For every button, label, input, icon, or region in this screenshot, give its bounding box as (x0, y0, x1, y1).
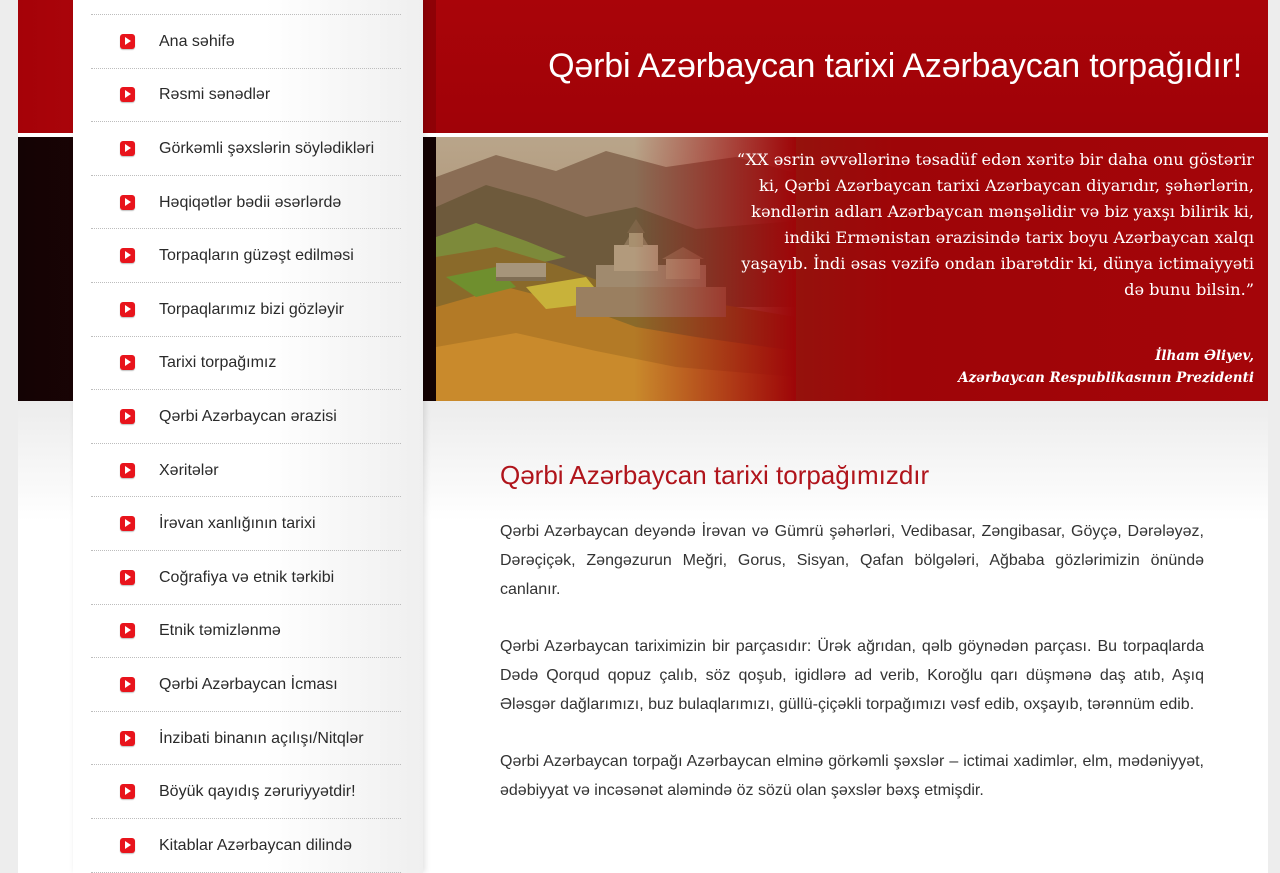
sidebar-item-truths-in-literature[interactable]: Həqiqətlər bədii əsərlərdə (73, 176, 423, 230)
play-arrow-icon (120, 301, 135, 317)
sidebar-item-prominent-figures-quotes[interactable]: Görkəmli şəxslərin söylədikləri (73, 122, 423, 176)
quote-author: İlham Əliyev, Azərbaycan Respublikasının… (958, 345, 1254, 389)
sidebar-item-official-documents[interactable]: Rəsmi sənədlər (73, 69, 423, 123)
play-arrow-icon (120, 408, 135, 424)
header-banner: Qərbi Azərbaycan tarixi Azərbaycan torpa… (436, 0, 1268, 133)
article-paragraph: Qərbi Azərbaycan torpağı Azərbaycan elmi… (500, 753, 1204, 799)
sidebar-item-label: Tarixi torpağımız (159, 354, 277, 372)
page: Qərbi Azərbaycan tarixi Azərbaycan torpa… (0, 0, 1280, 873)
play-arrow-icon (120, 676, 135, 692)
sidebar-item-books-in-azerbaijani[interactable]: Kitablar Azərbaycan dilində (73, 819, 423, 873)
sidebar-item-label: Etnik təmizlənmə (159, 622, 281, 640)
play-arrow-icon (120, 730, 135, 746)
header-title: Qərbi Azərbaycan tarixi Azərbaycan torpa… (548, 47, 1242, 85)
page-frame-left (0, 0, 18, 873)
article-paragraph: Qərbi Azərbaycan deyəndə İrəvan və Gümrü… (500, 523, 1204, 598)
sidebar-item-label: İnzibati binanın açılışı/Nitqlər (159, 729, 364, 747)
play-arrow-icon (120, 516, 135, 532)
article-heading: Qərbi Azərbaycan tarixi torpağımızdır (500, 460, 930, 490)
play-arrow-icon (120, 140, 135, 156)
sidebar-item-community[interactable]: Qərbi Azərbaycan İcması (73, 658, 423, 712)
sidebar-item-irevan-khanate-history[interactable]: İrəvan xanlığının tarixi (73, 497, 423, 551)
sidebar-item-label: Qərbi Azərbaycan İcması (159, 675, 338, 693)
play-arrow-icon (120, 569, 135, 585)
sidebar-item-label: Coğrafiya və etnik tərkibi (159, 568, 335, 586)
play-arrow-icon (120, 784, 135, 800)
president-quote: “XX əsrin əvvəllərinə təsadüf edən xərit… (736, 150, 1254, 299)
sidebar-nav: Ana səhifə Rəsmi sənədlər Görkəmli şəxsl… (73, 15, 423, 873)
sidebar-item-historical-land[interactable]: Tarixi torpağımız (73, 337, 423, 391)
sidebar-item-maps[interactable]: Xəritələr (73, 444, 423, 498)
play-arrow-icon (120, 355, 135, 371)
article-paragraph: Qərbi Azərbaycan tariximizin bir parçası… (500, 638, 1204, 713)
hero-quote-banner: “XX əsrin əvvəllərinə təsadüf edən xərit… (436, 137, 1268, 401)
play-arrow-icon (120, 248, 135, 264)
sidebar-item-geography-ethnic-composition[interactable]: Coğrafiya və etnik tərkibi (73, 551, 423, 605)
play-arrow-icon (120, 623, 135, 639)
sidebar-item-label: Torpaqlarımız bizi gözləyir (159, 300, 344, 318)
sidebar-item-ethnic-cleansing[interactable]: Etnik təmizlənmə (73, 605, 423, 659)
sidebar-item-label: Qərbi Azərbaycan ərazisi (159, 407, 337, 425)
quote-author-name: İlham Əliyev, (1155, 348, 1254, 364)
sidebar-item-great-return[interactable]: Böyük qayıdış zəruriyyətdir! (73, 765, 423, 819)
sidebar-item-label: İrəvan xanlığının tarixi (159, 515, 316, 533)
sidebar-item-label: Torpaqların güzəşt edilməsi (159, 247, 354, 265)
quote-author-title: Azərbaycan Respublikasının Prezidenti (958, 370, 1254, 386)
play-arrow-icon (120, 194, 135, 210)
sidebar-item-western-azerbaijan-territory[interactable]: Qərbi Azərbaycan ərazisi (73, 390, 423, 444)
play-arrow-icon (120, 837, 135, 853)
sidebar-item-building-opening-speeches[interactable]: İnzibati binanın açılışı/Nitqlər (73, 712, 423, 766)
play-arrow-icon (120, 33, 135, 49)
play-arrow-icon (120, 87, 135, 103)
sidebar-item-label: Kitablar Azərbaycan dilində (159, 836, 353, 854)
play-arrow-icon (120, 462, 135, 478)
page-frame-right (1268, 0, 1280, 873)
main-article: Qərbi Azərbaycan tarixi torpağımızdır Qə… (500, 460, 1204, 833)
sidebar-item-home[interactable]: Ana səhifə (73, 15, 423, 69)
sidebar-item-label: Həqiqətlər bədii əsərlərdə (159, 193, 342, 211)
sidebar-item-label: Böyük qayıdış zəruriyyətdir! (159, 783, 356, 801)
sidebar-item-lands-await-us[interactable]: Torpaqlarımız bizi gözləyir (73, 283, 423, 337)
sidebar-item-label: Rəsmi sənədlər (159, 86, 271, 104)
sidebar-item-land-cession[interactable]: Torpaqların güzəşt edilməsi (73, 229, 423, 283)
sidebar-item-label: Ana səhifə (159, 32, 235, 50)
sidebar-item-label: Xəritələr (159, 461, 219, 479)
sidebar: Ana səhifə Rəsmi sənədlər Görkəmli şəxsl… (73, 0, 423, 873)
sidebar-item-label: Görkəmli şəxslərin söylədikləri (159, 139, 375, 157)
